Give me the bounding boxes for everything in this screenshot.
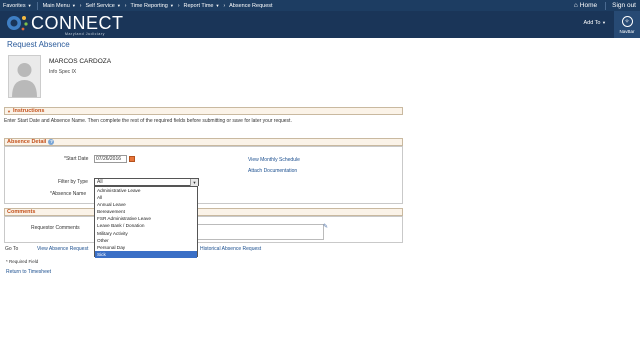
view-absence-request-link[interactable]: View Absence Request xyxy=(37,246,88,252)
menu-main[interactable]: Main Menu ▼ xyxy=(40,3,79,9)
add-to-label: Add To xyxy=(583,20,601,26)
compass-icon: ✧ xyxy=(621,15,633,27)
instructions-text: Enter Start Date and Absence Name. Then … xyxy=(4,118,292,124)
filter-by-type-label: Filter by Type xyxy=(58,179,88,185)
breadcrumb-current: Absence Request xyxy=(229,2,273,9)
breadcrumb-arrow-icon: › xyxy=(79,2,82,9)
chevron-down-icon: ▼ xyxy=(27,3,32,8)
dropdown-option[interactable]: Administrative Leave xyxy=(95,187,197,194)
employee-job-title: Info Spec IX xyxy=(49,69,77,75)
menu-label: Self Service xyxy=(85,2,115,9)
menu-self-service[interactable]: Self Service ▼ xyxy=(82,3,123,9)
navbar-label: NavBar xyxy=(619,28,635,34)
employee-name: MARCOS CARDOZA xyxy=(49,58,112,65)
menu-label: Report Time xyxy=(183,2,214,9)
comments-header[interactable]: Comments xyxy=(4,208,403,216)
required-field-note: * Required Field xyxy=(6,259,39,264)
top-nav: Favorites ▼ Main Menu ▼ › Self Service ▼ › … xyxy=(0,0,640,11)
comments-title: Comments xyxy=(7,209,35,215)
absence-detail-title: Absence Detail? xyxy=(7,139,55,145)
chevron-down-icon: ▼ xyxy=(215,3,220,8)
attach-documentation-link[interactable]: Attach Documentation xyxy=(248,168,297,174)
home-label: Home xyxy=(579,2,598,9)
dropdown-option[interactable]: Personal Day xyxy=(95,244,197,251)
breadcrumb-arrow-icon: › xyxy=(177,2,180,9)
instructions-title: ▼ Instructions xyxy=(7,108,44,114)
page-title: Request Absence xyxy=(7,40,70,49)
dropdown-option[interactable]: Annual Leave xyxy=(95,201,197,208)
chevron-down-icon: ▼ xyxy=(602,20,606,25)
menu-label: Favorites xyxy=(3,2,26,9)
logo-subtitle: Maryland Judiciary xyxy=(65,32,105,36)
app-header: CONNECT Maryland Judiciary Add To ▼ ✧ Na… xyxy=(0,11,640,38)
logo-text: CONNECT xyxy=(31,13,124,33)
calendar-icon[interactable] xyxy=(129,156,135,162)
top-nav-right: ⌂ Home Sign out xyxy=(568,0,640,11)
help-icon[interactable]: ? xyxy=(48,139,55,145)
breadcrumb-arrow-icon: › xyxy=(124,2,127,9)
employee-photo xyxy=(8,55,41,98)
filter-type-dropdown-list: Administrative Leave All Annual Leave Be… xyxy=(94,186,198,258)
menu-label: Main Menu xyxy=(42,2,70,9)
dropdown-option[interactable]: All xyxy=(95,194,197,201)
start-date-label: *Start Date xyxy=(64,156,89,162)
filter-selected-value: All xyxy=(97,179,103,185)
logo-mark-icon xyxy=(5,13,31,33)
dropdown-option[interactable]: Military Activity xyxy=(95,230,197,237)
return-to-timesheet-link[interactable]: Return to Timesheet xyxy=(6,269,51,275)
filter-by-type-select[interactable]: All ▼ xyxy=(94,178,199,186)
absence-name-label: *Absence Name xyxy=(50,191,87,197)
instructions-header-label: Instructions xyxy=(12,108,45,114)
home-icon: ⌂ xyxy=(573,2,578,9)
chevron-down-icon: ▼ xyxy=(169,3,174,8)
dropdown-option[interactable]: Leave Bank / Donation xyxy=(95,222,197,229)
home-link[interactable]: ⌂ Home xyxy=(568,2,603,9)
absence-detail-header[interactable]: Absence Detail? xyxy=(4,138,403,146)
dropdown-option[interactable]: Bereavement xyxy=(95,208,197,215)
sign-out-link[interactable]: Sign out xyxy=(608,2,640,9)
dropdown-option[interactable]: Other xyxy=(95,237,197,244)
view-monthly-schedule-link[interactable]: View Monthly Schedule xyxy=(248,157,300,163)
chevron-down-icon: ▼ xyxy=(71,3,76,8)
add-to-menu[interactable]: Add To ▼ xyxy=(583,20,606,26)
menu-time-reporting[interactable]: Time Reporting ▼ xyxy=(127,3,176,9)
start-date-input[interactable]: 07/26/2016 xyxy=(94,155,127,163)
breadcrumb-arrow-icon: › xyxy=(223,2,226,9)
menu-favorites[interactable]: Favorites ▼ xyxy=(0,3,35,9)
divider xyxy=(605,1,607,10)
menu-report-time[interactable]: Report Time ▼ xyxy=(181,3,223,9)
dropdown-option[interactable]: FSR Administrative Leave xyxy=(95,215,197,222)
go-to-label: Go To xyxy=(5,246,19,252)
chevron-down-icon[interactable]: ▼ xyxy=(190,179,198,186)
navbar-button[interactable]: ✧ NavBar xyxy=(614,11,640,38)
comments-header-label: Comments xyxy=(7,209,36,215)
absence-detail-header-label: Absence Detail xyxy=(7,139,47,145)
requestor-comments-label: Requestor Comments xyxy=(31,225,80,231)
dropdown-option-highlighted[interactable]: Sick xyxy=(95,250,197,258)
instructions-header[interactable]: ▼ Instructions xyxy=(4,107,403,115)
chevron-down-icon: ▼ xyxy=(116,3,121,8)
spell-check-icon[interactable]: ✎ xyxy=(323,223,331,231)
connect-logo[interactable]: CONNECT Maryland Judiciary xyxy=(5,13,124,36)
historical-absence-request-link[interactable]: Historical Absence Request xyxy=(200,246,261,252)
collapse-triangle-icon: ▼ xyxy=(7,108,11,114)
divider xyxy=(36,1,38,10)
menu-label: Time Reporting xyxy=(130,2,168,9)
